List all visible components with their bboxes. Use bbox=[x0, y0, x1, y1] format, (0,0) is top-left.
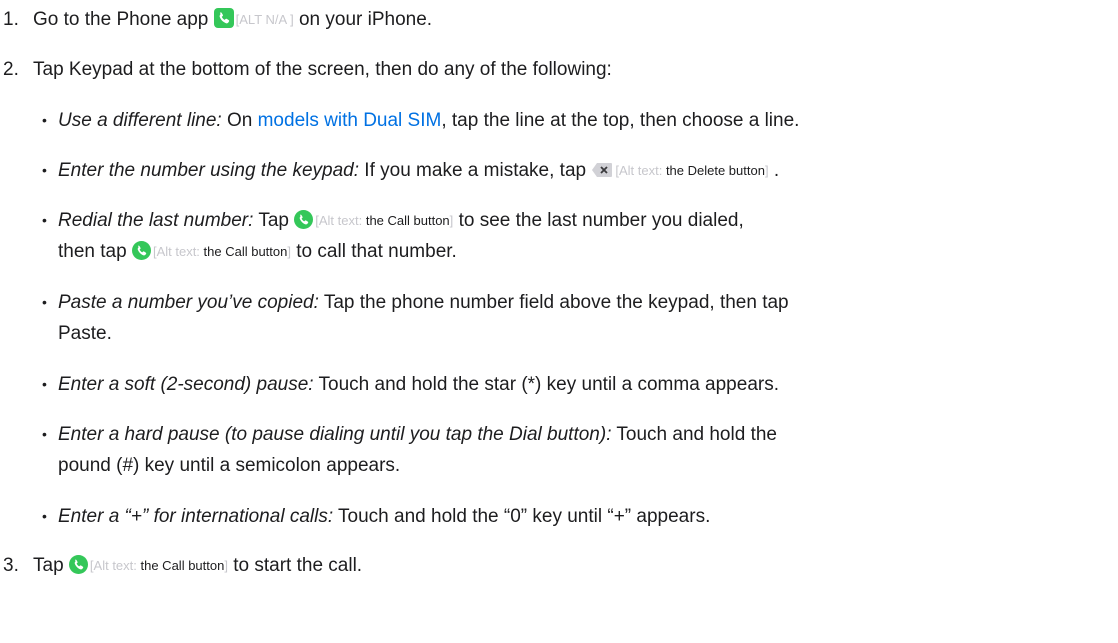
alt-prefix: [Alt text: bbox=[152, 244, 204, 259]
bullet-marker: • bbox=[42, 212, 47, 228]
bullet-marker: • bbox=[42, 294, 47, 310]
alt-text-note: [Alt text: the Call button] bbox=[90, 558, 228, 573]
bullet-enter-number: • Enter the number using the keypad: If y… bbox=[42, 156, 779, 185]
alt-prefix: [Alt text: bbox=[89, 558, 141, 573]
step-text: Tap Keypad at the bottom of the screen, … bbox=[33, 59, 612, 80]
dual-sim-link[interactable]: models with Dual SIM bbox=[258, 110, 442, 131]
bullet-paste: • Paste a number you’ve copied: Tap the p… bbox=[42, 288, 789, 317]
bullet-text-end: . bbox=[768, 160, 780, 181]
delete-icon bbox=[592, 163, 613, 177]
bullet-text-end: , tap the line at the top, then choose a… bbox=[441, 110, 800, 131]
bullet-soft-pause: • Enter a soft (2-second) pause: Touch an… bbox=[42, 370, 779, 399]
bullet-text-end: to see the last number you dialed, bbox=[453, 210, 744, 231]
bullet-title: Enter a hard pause (to pause dialing unt… bbox=[58, 424, 612, 445]
alt-value: the Call button bbox=[365, 213, 450, 228]
step-number: 3. bbox=[3, 555, 19, 576]
bullet-marker: • bbox=[42, 426, 47, 442]
phone-app-icon bbox=[213, 8, 234, 28]
bullet-redial-continued: then tap [Alt text: the Call button] to … bbox=[58, 238, 457, 266]
bullet-text: pound (#) key until a semicolon appears. bbox=[58, 455, 401, 476]
alt-prefix: [Alt text: bbox=[315, 213, 366, 228]
step-text-end: to start the call. bbox=[227, 555, 363, 576]
bullet-hard-pause: • Enter a hard pause (to pause dialing un… bbox=[42, 420, 777, 449]
bullet-title: Redial the last number: bbox=[58, 210, 254, 231]
bullet-text: then tap bbox=[58, 241, 132, 262]
bullet-marker: • bbox=[42, 376, 47, 392]
bullet-title: Paste a number you’ve copied: bbox=[58, 292, 319, 313]
bullet-marker: • bbox=[42, 112, 47, 128]
bullet-use-different-line: • Use a different line: On models with Du… bbox=[42, 106, 799, 135]
alt-text-note: [Alt text: the Call button] bbox=[153, 244, 291, 259]
step-text: Go to the Phone app bbox=[33, 9, 214, 30]
bullet-text: On bbox=[221, 110, 258, 131]
step-3: 3. Tap [Alt text: the Call button] to sta… bbox=[0, 552, 362, 580]
bullet-text: Touch and hold the “0” key until “+” app… bbox=[333, 506, 711, 527]
bullet-title: Enter a soft (2-second) pause: bbox=[58, 374, 314, 395]
bullet-title: Enter a “+” for international calls: bbox=[58, 506, 334, 527]
call-icon bbox=[68, 555, 88, 574]
bullet-text: Touch and hold the star (*) key until a … bbox=[313, 374, 779, 395]
bullet-title: Enter the number using the keypad: bbox=[58, 160, 360, 181]
bullet-text-end: to call that number. bbox=[291, 241, 457, 262]
step-1: 1. Go to the Phone app [ALT N/A ] on your… bbox=[0, 6, 432, 34]
step-2: 2. Tap Keypad at the bottom of the screen… bbox=[0, 56, 612, 84]
bullet-text: Touch and hold the bbox=[611, 424, 777, 445]
alt-value: the Call button bbox=[203, 244, 288, 259]
bullet-title: Use a different line: bbox=[58, 110, 222, 131]
bullet-international: • Enter a “+” for international calls: To… bbox=[42, 502, 710, 531]
bullet-text: Paste. bbox=[58, 323, 112, 344]
alt-prefix: [Alt text: bbox=[615, 163, 666, 178]
bullet-hard-pause-continued: pound (#) key until a semicolon appears. bbox=[58, 452, 400, 480]
step-number: 1. bbox=[3, 9, 19, 30]
step-text-end: on your iPhone. bbox=[293, 9, 433, 30]
alt-text-note: [Alt text: the Call button] bbox=[315, 213, 453, 228]
bullet-text: If you make a mistake, tap bbox=[359, 160, 592, 181]
alt-value: the Delete button bbox=[665, 163, 765, 178]
bullet-text: Tap the phone number field above the key… bbox=[318, 292, 789, 313]
bullet-paste-continued: Paste. bbox=[58, 320, 112, 348]
bullet-marker: • bbox=[42, 162, 47, 178]
call-icon bbox=[131, 241, 151, 260]
alt-value: the Call button bbox=[140, 558, 225, 573]
alt-text-note: [Alt text: the Delete button] bbox=[615, 163, 768, 178]
bullet-marker: • bbox=[42, 508, 47, 524]
bullet-text: Tap bbox=[253, 210, 295, 231]
step-text: Tap bbox=[33, 555, 69, 576]
call-icon bbox=[294, 210, 314, 229]
alt-text-note: [ALT N/A ] bbox=[235, 12, 294, 27]
step-number: 2. bbox=[3, 59, 19, 80]
bullet-redial: • Redial the last number: Tap [Alt text: … bbox=[42, 206, 744, 235]
